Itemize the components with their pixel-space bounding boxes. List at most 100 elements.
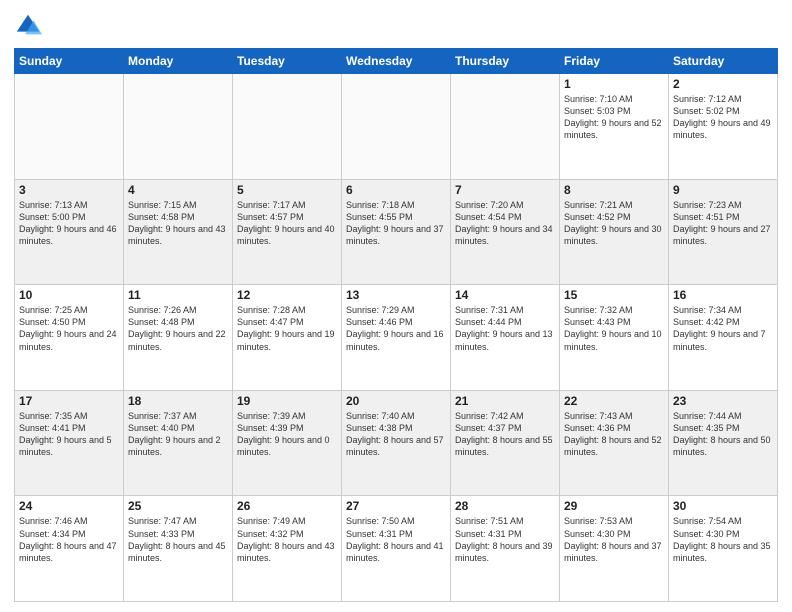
day-info: Sunrise: 7:35 AM Sunset: 4:41 PM Dayligh…: [19, 410, 119, 459]
day-info: Sunrise: 7:29 AM Sunset: 4:46 PM Dayligh…: [346, 304, 446, 353]
day-number: 6: [346, 183, 446, 197]
calendar-cell: 19 Sunrise: 7:39 AM Sunset: 4:39 PM Dayli…: [233, 390, 342, 496]
day-info: Sunrise: 7:31 AM Sunset: 4:44 PM Dayligh…: [455, 304, 555, 353]
day-info: Sunrise: 7:53 AM Sunset: 4:30 PM Dayligh…: [564, 515, 664, 564]
day-number: 9: [673, 183, 773, 197]
day-number: 14: [455, 288, 555, 302]
header: [14, 12, 778, 40]
calendar-week-4: 24 Sunrise: 7:46 AM Sunset: 4:34 PM Dayli…: [15, 496, 778, 602]
day-number: 29: [564, 499, 664, 513]
calendar-cell: 4 Sunrise: 7:15 AM Sunset: 4:58 PM Daylig…: [124, 179, 233, 285]
day-info: Sunrise: 7:54 AM Sunset: 4:30 PM Dayligh…: [673, 515, 773, 564]
day-info: Sunrise: 7:32 AM Sunset: 4:43 PM Dayligh…: [564, 304, 664, 353]
day-number: 13: [346, 288, 446, 302]
day-info: Sunrise: 7:23 AM Sunset: 4:51 PM Dayligh…: [673, 199, 773, 248]
calendar-cell: 17 Sunrise: 7:35 AM Sunset: 4:41 PM Dayli…: [15, 390, 124, 496]
day-info: Sunrise: 7:51 AM Sunset: 4:31 PM Dayligh…: [455, 515, 555, 564]
day-number: 3: [19, 183, 119, 197]
day-info: Sunrise: 7:12 AM Sunset: 5:02 PM Dayligh…: [673, 93, 773, 142]
calendar-cell: 30 Sunrise: 7:54 AM Sunset: 4:30 PM Dayli…: [669, 496, 778, 602]
calendar-cell: 1Sunrise: 7:10 AM Sunset: 5:03 PM Daylig…: [560, 74, 669, 180]
logo-icon: [14, 12, 42, 40]
day-number: 24: [19, 499, 119, 513]
day-number: 8: [564, 183, 664, 197]
day-info: Sunrise: 7:39 AM Sunset: 4:39 PM Dayligh…: [237, 410, 337, 459]
calendar-week-0: 1Sunrise: 7:10 AM Sunset: 5:03 PM Daylig…: [15, 74, 778, 180]
day-info: Sunrise: 7:40 AM Sunset: 4:38 PM Dayligh…: [346, 410, 446, 459]
day-info: Sunrise: 7:17 AM Sunset: 4:57 PM Dayligh…: [237, 199, 337, 248]
day-info: Sunrise: 7:37 AM Sunset: 4:40 PM Dayligh…: [128, 410, 228, 459]
col-header-tuesday: Tuesday: [233, 49, 342, 74]
day-number: 23: [673, 394, 773, 408]
day-info: Sunrise: 7:13 AM Sunset: 5:00 PM Dayligh…: [19, 199, 119, 248]
calendar-cell: [342, 74, 451, 180]
day-info: Sunrise: 7:28 AM Sunset: 4:47 PM Dayligh…: [237, 304, 337, 353]
calendar-table: SundayMondayTuesdayWednesdayThursdayFrid…: [14, 48, 778, 602]
calendar-cell: 23 Sunrise: 7:44 AM Sunset: 4:35 PM Dayli…: [669, 390, 778, 496]
calendar-cell: 15 Sunrise: 7:32 AM Sunset: 4:43 PM Dayli…: [560, 285, 669, 391]
calendar-cell: 11 Sunrise: 7:26 AM Sunset: 4:48 PM Dayli…: [124, 285, 233, 391]
calendar-header-row: SundayMondayTuesdayWednesdayThursdayFrid…: [15, 49, 778, 74]
calendar-cell: 9 Sunrise: 7:23 AM Sunset: 4:51 PM Daylig…: [669, 179, 778, 285]
calendar-cell: 3 Sunrise: 7:13 AM Sunset: 5:00 PM Daylig…: [15, 179, 124, 285]
col-header-thursday: Thursday: [451, 49, 560, 74]
col-header-monday: Monday: [124, 49, 233, 74]
day-number: 2: [673, 77, 773, 91]
calendar-cell: 13 Sunrise: 7:29 AM Sunset: 4:46 PM Dayli…: [342, 285, 451, 391]
day-number: 7: [455, 183, 555, 197]
calendar-cell: 24 Sunrise: 7:46 AM Sunset: 4:34 PM Dayli…: [15, 496, 124, 602]
day-number: 10: [19, 288, 119, 302]
calendar-cell: [15, 74, 124, 180]
day-number: 30: [673, 499, 773, 513]
day-info: Sunrise: 7:25 AM Sunset: 4:50 PM Dayligh…: [19, 304, 119, 353]
calendar-cell: 8 Sunrise: 7:21 AM Sunset: 4:52 PM Daylig…: [560, 179, 669, 285]
calendar-cell: 27 Sunrise: 7:50 AM Sunset: 4:31 PM Dayli…: [342, 496, 451, 602]
day-number: 4: [128, 183, 228, 197]
day-info: Sunrise: 7:10 AM Sunset: 5:03 PM Dayligh…: [564, 93, 664, 142]
day-info: Sunrise: 7:21 AM Sunset: 4:52 PM Dayligh…: [564, 199, 664, 248]
calendar-cell: [233, 74, 342, 180]
day-number: 18: [128, 394, 228, 408]
calendar-cell: 26Sunrise: 7:49 AM Sunset: 4:32 PM Dayli…: [233, 496, 342, 602]
col-header-saturday: Saturday: [669, 49, 778, 74]
calendar-cell: [124, 74, 233, 180]
day-number: 5: [237, 183, 337, 197]
day-number: 27: [346, 499, 446, 513]
day-number: 21: [455, 394, 555, 408]
page: SundayMondayTuesdayWednesdayThursdayFrid…: [0, 0, 792, 612]
calendar-cell: [451, 74, 560, 180]
day-info: Sunrise: 7:44 AM Sunset: 4:35 PM Dayligh…: [673, 410, 773, 459]
day-number: 12: [237, 288, 337, 302]
calendar-cell: 18 Sunrise: 7:37 AM Sunset: 4:40 PM Dayli…: [124, 390, 233, 496]
day-number: 15: [564, 288, 664, 302]
day-info: Sunrise: 7:34 AM Sunset: 4:42 PM Dayligh…: [673, 304, 773, 353]
day-number: 25: [128, 499, 228, 513]
day-number: 19: [237, 394, 337, 408]
calendar-cell: 5 Sunrise: 7:17 AM Sunset: 4:57 PM Daylig…: [233, 179, 342, 285]
day-info: Sunrise: 7:50 AM Sunset: 4:31 PM Dayligh…: [346, 515, 446, 564]
calendar-cell: 7 Sunrise: 7:20 AM Sunset: 4:54 PM Daylig…: [451, 179, 560, 285]
calendar-cell: 22Sunrise: 7:43 AM Sunset: 4:36 PM Dayli…: [560, 390, 669, 496]
calendar-cell: 21Sunrise: 7:42 AM Sunset: 4:37 PM Dayli…: [451, 390, 560, 496]
day-number: 20: [346, 394, 446, 408]
calendar-cell: 29 Sunrise: 7:53 AM Sunset: 4:30 PM Dayli…: [560, 496, 669, 602]
day-number: 22: [564, 394, 664, 408]
calendar-cell: 16 Sunrise: 7:34 AM Sunset: 4:42 PM Dayli…: [669, 285, 778, 391]
day-number: 11: [128, 288, 228, 302]
calendar-cell: 28Sunrise: 7:51 AM Sunset: 4:31 PM Dayli…: [451, 496, 560, 602]
day-info: Sunrise: 7:20 AM Sunset: 4:54 PM Dayligh…: [455, 199, 555, 248]
col-header-friday: Friday: [560, 49, 669, 74]
calendar-cell: 12 Sunrise: 7:28 AM Sunset: 4:47 PM Dayli…: [233, 285, 342, 391]
col-header-sunday: Sunday: [15, 49, 124, 74]
day-number: 16: [673, 288, 773, 302]
day-info: Sunrise: 7:26 AM Sunset: 4:48 PM Dayligh…: [128, 304, 228, 353]
day-info: Sunrise: 7:46 AM Sunset: 4:34 PM Dayligh…: [19, 515, 119, 564]
calendar-cell: 20 Sunrise: 7:40 AM Sunset: 4:38 PM Dayli…: [342, 390, 451, 496]
day-info: Sunrise: 7:47 AM Sunset: 4:33 PM Dayligh…: [128, 515, 228, 564]
day-info: Sunrise: 7:15 AM Sunset: 4:58 PM Dayligh…: [128, 199, 228, 248]
day-info: Sunrise: 7:18 AM Sunset: 4:55 PM Dayligh…: [346, 199, 446, 248]
logo: [14, 12, 46, 40]
col-header-wednesday: Wednesday: [342, 49, 451, 74]
day-number: 17: [19, 394, 119, 408]
calendar-cell: 14 Sunrise: 7:31 AM Sunset: 4:44 PM Dayli…: [451, 285, 560, 391]
